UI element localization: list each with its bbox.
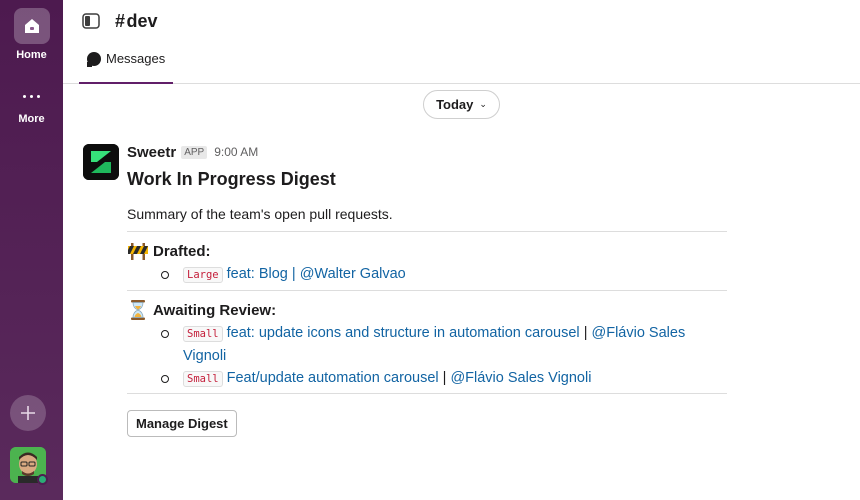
divider [127,290,727,291]
chevron-down-icon: ⌄ [479,99,487,109]
awaiting-list: Small feat: update icons and structure in… [157,322,727,390]
actions: Manage Digest [127,410,727,437]
list-item: Large feat: Blog | @Walter Galvao [157,263,727,286]
separator: | [287,266,300,282]
pr-link[interactable]: feat: update icons and structure in auto… [227,325,580,341]
sender-name[interactable]: Sweetr [127,144,176,161]
sidebar-toggle-icon[interactable] [82,13,102,31]
list-item: Small Feat/update automation carousel | @… [157,367,727,390]
construction-icon [128,243,148,260]
digest-summary: Summary of the team's open pull requests… [127,206,393,222]
pr-link[interactable]: Feat/update automation carousel [227,370,439,386]
day-divider-button[interactable]: Today ⌄ [423,90,500,119]
author-mention[interactable]: @Flávio Sales Vignoli [450,370,591,386]
more-label: More [18,113,45,125]
channel-hash: # [115,11,126,31]
more-icon [14,84,50,108]
tab-messages[interactable]: Messages [79,50,174,84]
divider [127,393,727,394]
author-mention[interactable]: @Walter Galvao [300,266,406,282]
pr-link[interactable]: feat: Blog [227,266,288,282]
message-timestamp[interactable]: 9:00 AM [214,145,258,159]
hourglass-icon [131,300,145,320]
message-body: Sweetr APP 9:00 AM Work In Progress Dige… [127,143,727,437]
home-label: Home [16,49,47,61]
sweetr-logo-icon[interactable] [83,144,119,180]
channel-title[interactable]: # dev [115,11,158,32]
tab-messages-label: Messages [106,51,166,66]
home-icon [13,8,50,44]
digest-title: Work In Progress Digest [127,169,336,189]
channel-header: # dev Messages [63,0,860,84]
channel-name: dev [126,11,158,31]
home-button[interactable]: Home [0,8,63,61]
day-divider-label: Today [436,97,474,112]
message-bubble-icon [87,52,101,67]
app-badge: APP [181,145,208,159]
more-button[interactable]: More [0,84,63,125]
section-drafted-label: Drafted: [153,242,211,260]
manage-digest-button[interactable]: Manage Digest [127,410,237,437]
section-drafted-heading: Drafted: [127,240,727,262]
size-tag: Small [183,326,223,342]
add-workspace-button[interactable] [10,395,46,431]
presence-indicator [37,474,48,485]
message-meta: Sweetr APP 9:00 AM [127,143,727,161]
size-tag: Large [183,267,223,283]
section-awaiting-heading: Awaiting Review: [127,299,727,321]
drafted-list: Large feat: Blog | @Walter Galvao [157,263,727,286]
separator: | [438,370,451,386]
plus-icon [21,406,35,420]
list-item: Small feat: update icons and structure in… [157,322,727,367]
section-awaiting-label: Awaiting Review: [153,301,277,319]
workspace-rail: Home More [0,0,63,500]
size-tag: Small [183,371,223,387]
separator: | [579,325,592,341]
divider [127,231,727,232]
